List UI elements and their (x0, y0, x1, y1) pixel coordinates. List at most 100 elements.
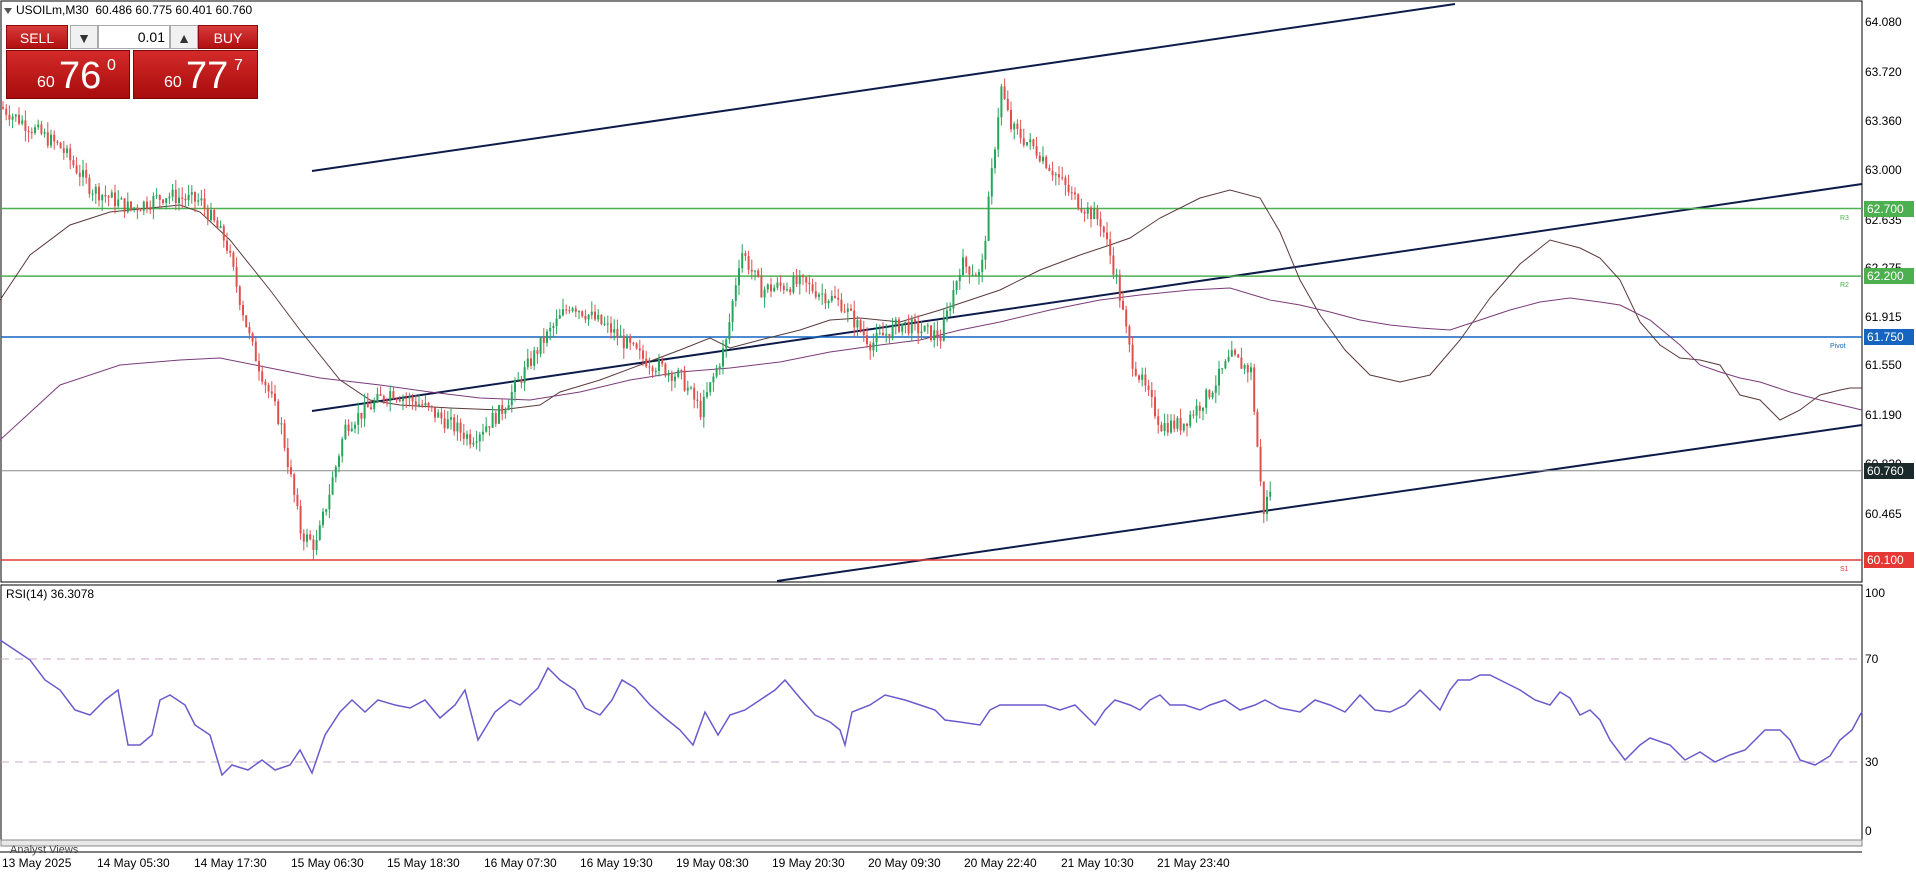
candle-body (1109, 239, 1112, 256)
candle-body (254, 341, 257, 362)
candle-body (1074, 192, 1076, 195)
candle-body (98, 186, 100, 201)
candle-body (1022, 138, 1025, 145)
candle-body (1211, 392, 1214, 398)
time-tick: 16 May 19:30 (580, 856, 653, 870)
candle-body (590, 311, 593, 315)
candle-body (888, 334, 891, 339)
candle-body (398, 399, 401, 402)
candle-body (632, 342, 635, 344)
candle-body (1070, 192, 1073, 194)
lot-decrease-button[interactable]: ▼ (70, 25, 98, 49)
candle-body (766, 284, 769, 290)
candle-body (94, 186, 97, 194)
time-tick: 21 May 23:40 (1157, 856, 1230, 870)
candle-body (1118, 274, 1121, 301)
candle-body (318, 525, 321, 540)
candle-body (302, 533, 305, 542)
lot-size-input[interactable] (98, 25, 170, 49)
candle-body (245, 315, 248, 328)
candle-body (75, 165, 78, 174)
candle-body (638, 348, 641, 351)
collapse-arrow-icon[interactable] (4, 7, 12, 14)
price-chart[interactable] (0, 0, 1916, 874)
candle-body (1195, 405, 1198, 416)
time-tick: 14 May 17:30 (194, 856, 267, 870)
candle-body (882, 332, 884, 336)
candle-body (990, 168, 993, 197)
candle-body (779, 282, 782, 286)
candle-body (907, 321, 910, 334)
price-tick: 63.360 (1865, 114, 1902, 128)
candle-body (88, 177, 91, 194)
candle-body (174, 189, 177, 204)
candle-body (578, 311, 580, 313)
candle-body (1067, 185, 1070, 193)
candle-body (232, 252, 235, 267)
level-name-r2: R2 (1840, 282, 1849, 290)
time-tick: 19 May 08:30 (676, 856, 749, 870)
candle-body (1083, 211, 1086, 214)
time-tick: 20 May 22:40 (964, 856, 1037, 870)
candle-body (1054, 174, 1057, 176)
candle-body (30, 131, 33, 134)
candle-body (949, 308, 952, 311)
candle-body (581, 311, 584, 316)
lot-increase-button[interactable]: ▲ (170, 25, 198, 49)
candle-body (219, 226, 222, 228)
candle-body (923, 325, 926, 332)
candle-body (91, 193, 94, 195)
candle-body (878, 332, 881, 334)
candle-body (1096, 208, 1099, 220)
candle-body (459, 422, 462, 433)
candle-body (610, 323, 612, 333)
candle-body (226, 240, 228, 251)
candle-body (939, 338, 942, 341)
candle-body (1061, 177, 1064, 179)
candle-body (539, 337, 542, 354)
candle-body (450, 417, 452, 420)
sell-price-display[interactable]: 60 76 0 (6, 50, 130, 99)
candle-body (190, 192, 193, 195)
candle-body (894, 319, 897, 325)
candle-body (722, 348, 724, 367)
candle-body (741, 253, 744, 269)
candle-body (891, 324, 894, 339)
candle-body (562, 309, 564, 316)
candle-body (8, 114, 11, 120)
sell-button[interactable]: SELL (6, 25, 68, 49)
buy-button[interactable]: BUY (198, 25, 258, 49)
candle-body (1134, 368, 1137, 376)
candle-body (613, 328, 616, 333)
candle-body (1058, 174, 1060, 178)
candle-body (1243, 365, 1246, 369)
price-tick: 61.915 (1865, 310, 1902, 324)
candle-body (584, 315, 587, 320)
candle-body (1051, 170, 1054, 176)
level-price-tag-r2: 62.200 (1864, 268, 1914, 285)
analyst-views-bar (0, 839, 1863, 847)
candle-body (139, 210, 142, 212)
candle-body (603, 323, 606, 325)
candle-body (107, 196, 110, 198)
candle-body (1250, 367, 1252, 373)
candle-body (472, 442, 475, 445)
analyst-views-label[interactable]: Analyst Views (10, 844, 78, 856)
price-tick: 63.000 (1865, 163, 1902, 177)
candle-body (530, 358, 532, 366)
buy-price-display[interactable]: 60 77 7 (133, 50, 258, 99)
candle-body (424, 402, 427, 406)
candle-body (936, 330, 939, 339)
time-tick: 20 May 09:30 (868, 856, 941, 870)
candle-body (430, 405, 433, 408)
candle-body (546, 331, 548, 343)
symbol-label: USOILm,M30 (16, 3, 89, 17)
candle-body (322, 511, 324, 526)
candle-body (488, 426, 491, 428)
candle-body (952, 290, 955, 309)
candle-body (1029, 139, 1032, 143)
candle-body (178, 197, 180, 204)
candle-body (811, 284, 814, 292)
candle-body (1000, 86, 1003, 118)
candle-body (1179, 418, 1182, 431)
